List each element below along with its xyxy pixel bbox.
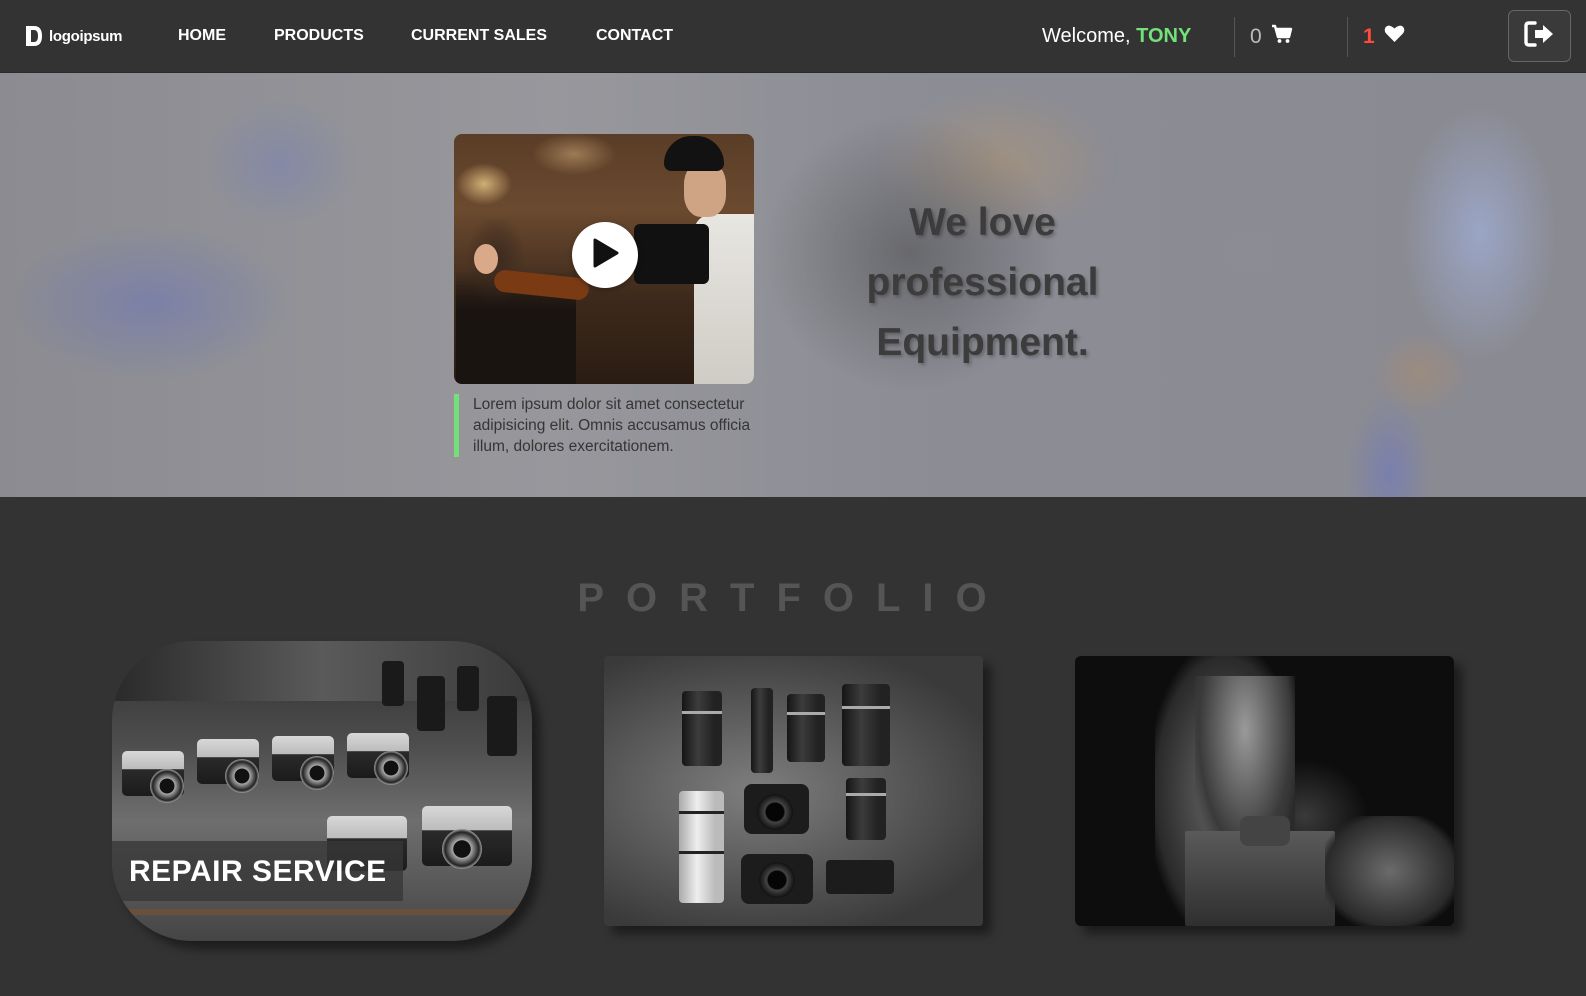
lens-item	[682, 691, 722, 766]
microphone-item	[751, 688, 773, 773]
cart-icon	[1271, 24, 1293, 50]
hero-title-line: Equipment.	[876, 321, 1089, 364]
welcome-prefix: Welcome,	[1042, 25, 1131, 47]
nav-divider	[1234, 17, 1235, 57]
nav-current-sales[interactable]: CURRENT SALES	[411, 27, 547, 45]
lens-item	[787, 694, 825, 762]
cart-button[interactable]: 0	[1250, 24, 1293, 50]
logo-text: logoipsum	[49, 27, 123, 45]
wishlist-count: 1	[1363, 24, 1375, 48]
logo-icon	[24, 24, 44, 48]
lens-item	[846, 778, 886, 840]
video-scene-camera	[634, 224, 709, 284]
portfolio-card-camera-gear[interactable]	[604, 656, 983, 926]
camera-lens	[759, 862, 795, 898]
hero-section: Lorem ipsum dolor sit amet consectetur a…	[0, 73, 1586, 497]
crouching-photographer	[1325, 816, 1454, 926]
hero-title-line: We love	[909, 201, 1056, 244]
camera-lens	[300, 756, 334, 790]
lens-item	[842, 684, 890, 766]
welcome-message: Welcome, TONY	[1042, 25, 1191, 48]
nav-divider	[1347, 17, 1348, 57]
repair-service-label: REPAIR SERVICE	[112, 841, 403, 901]
camera-lens	[225, 759, 259, 793]
video-scene-violinist	[456, 219, 576, 384]
username: TONY	[1136, 25, 1192, 47]
video-scene-face	[474, 244, 498, 274]
nav-products[interactable]: PRODUCTS	[274, 27, 364, 45]
portfolio-card-photographers[interactable]	[1075, 656, 1454, 926]
camera-lens	[442, 829, 482, 869]
hero-title: We love professional Equipment.	[830, 193, 1135, 373]
logout-button[interactable]	[1508, 10, 1571, 62]
camera-lens	[757, 794, 793, 830]
shop-shelf	[112, 909, 532, 915]
battery-grip-item	[826, 860, 894, 894]
camera-lens	[150, 769, 184, 803]
heart-icon	[1384, 24, 1405, 49]
shop-bag	[487, 696, 517, 756]
portfolio-card-repair-service[interactable]: REPAIR SERVICE	[112, 641, 532, 941]
nav-home[interactable]: HOME	[178, 27, 226, 45]
hero-caption: Lorem ipsum dolor sit amet consectetur a…	[454, 394, 774, 457]
wishlist-button[interactable]: 1	[1363, 24, 1405, 49]
camera-lens	[374, 751, 408, 785]
portfolio-heading: PORTFOLIO	[577, 576, 1009, 620]
cart-count: 0	[1250, 25, 1262, 48]
nav-contact[interactable]: CONTACT	[596, 27, 673, 45]
shop-bag	[382, 661, 404, 706]
brand-logo[interactable]: logoipsum	[24, 24, 122, 48]
hero-title-line: professional	[866, 261, 1099, 304]
video-scene-cap	[664, 136, 724, 171]
top-navbar: logoipsum HOME PRODUCTS CURRENT SALES CO…	[0, 0, 1586, 73]
shop-bag	[457, 666, 479, 711]
play-button[interactable]	[572, 222, 638, 288]
camera-on-table	[1240, 816, 1290, 846]
telephoto-lens-item	[679, 791, 724, 903]
play-icon	[591, 238, 619, 273]
sign-out-icon	[1523, 20, 1556, 53]
hero-video-thumbnail[interactable]	[454, 134, 754, 384]
shop-bag	[417, 676, 445, 731]
